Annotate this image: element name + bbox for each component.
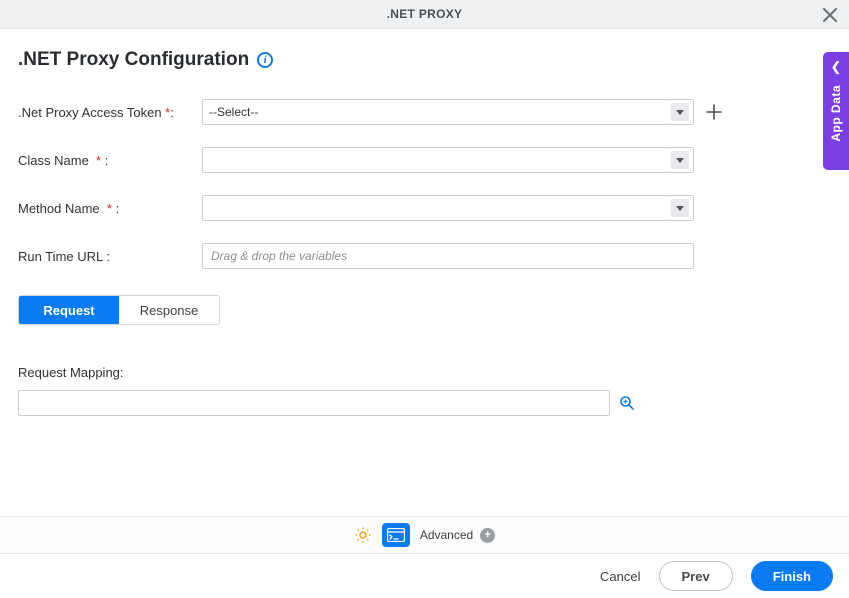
page-title: .NET Proxy Configuration (18, 49, 249, 71)
plus-icon (706, 104, 722, 120)
titlebar-title: .NET PROXY (387, 7, 463, 21)
gear-icon (354, 526, 372, 544)
chevron-down-icon (671, 103, 689, 121)
chevron-down-icon (671, 151, 689, 169)
console-button[interactable] (382, 523, 410, 547)
field-class-name (202, 147, 694, 173)
footer: Cancel Prev Finish (0, 554, 849, 598)
label-access-token: .Net Proxy Access Token *: (18, 105, 202, 120)
field-access-token: --Select-- (202, 99, 724, 125)
request-mapping-row (18, 390, 831, 416)
tab-response[interactable]: Response (119, 296, 219, 324)
request-mapping-input[interactable] (18, 390, 610, 416)
finish-button[interactable]: Finish (751, 561, 833, 591)
request-mapping-label: Request Mapping: (18, 365, 831, 380)
method-name-select[interactable] (202, 195, 694, 221)
row-method-name: Method Name * : (18, 195, 831, 221)
net-proxy-modal: .NET PROXY .NET Proxy Configuration i .N… (0, 0, 849, 598)
row-runtime-url: Run Time URL : (18, 243, 831, 269)
close-button[interactable] (819, 4, 841, 26)
close-icon (823, 8, 837, 22)
field-method-name (202, 195, 694, 221)
plus-circle-icon: + (480, 528, 495, 543)
console-icon (387, 528, 405, 542)
prev-button[interactable]: Prev (659, 561, 733, 591)
settings-button[interactable] (354, 526, 372, 544)
cancel-button[interactable]: Cancel (600, 569, 640, 584)
access-token-value: --Select-- (209, 105, 258, 119)
app-data-drawer[interactable]: ❮ App Data (823, 52, 849, 170)
page-header: .NET Proxy Configuration i (18, 49, 831, 71)
row-access-token: .Net Proxy Access Token *: --Select-- (18, 99, 831, 125)
field-runtime-url (202, 243, 694, 269)
tabs: Request Response (18, 295, 220, 325)
access-token-select[interactable]: --Select-- (202, 99, 694, 125)
app-data-label: App Data (829, 85, 843, 142)
bottom-toolbar: Advanced + (0, 516, 849, 554)
runtime-url-input[interactable] (202, 243, 694, 269)
expand-mapping-button[interactable] (618, 394, 636, 412)
label-class-name: Class Name * : (18, 153, 202, 168)
content-area: .NET Proxy Configuration i .Net Proxy Ac… (0, 29, 849, 516)
advanced-label: Advanced (420, 528, 473, 542)
add-token-button[interactable] (704, 102, 724, 122)
row-class-name: Class Name * : (18, 147, 831, 173)
class-name-select[interactable] (202, 147, 694, 173)
magnify-icon (619, 395, 635, 411)
label-runtime-url: Run Time URL : (18, 249, 202, 264)
chevron-left-icon: ❮ (831, 60, 842, 73)
label-method-name: Method Name * : (18, 201, 202, 216)
advanced-toggle[interactable]: Advanced + (420, 528, 495, 543)
chevron-down-icon (671, 199, 689, 217)
titlebar: .NET PROXY (0, 0, 849, 29)
tab-request[interactable]: Request (19, 296, 119, 324)
info-icon[interactable]: i (257, 52, 273, 68)
